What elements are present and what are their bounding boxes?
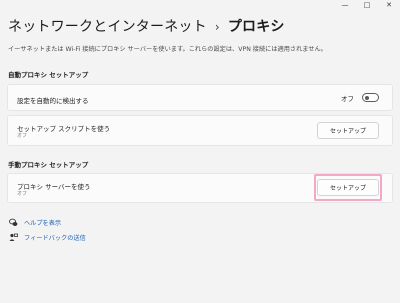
auto-detect-toggle[interactable] bbox=[362, 93, 379, 102]
feedback-link-text[interactable]: フィードバックの送信 bbox=[24, 233, 86, 242]
breadcrumb: ネットワークとインターネット › プロキシ bbox=[8, 16, 285, 36]
help-link-text[interactable]: ヘルプを表示 bbox=[24, 218, 61, 227]
auto-detect-label: 設定を自動的に検出する bbox=[17, 97, 89, 105]
auto-proxy-heading: 自動プロキシ セットアップ bbox=[8, 71, 89, 79]
auto-detect-card: 設定を自動的に検出する オフ bbox=[7, 84, 393, 111]
feedback-link[interactable]: フィードバックの送信 bbox=[9, 233, 86, 242]
auto-detect-state: オフ bbox=[341, 94, 354, 103]
help-icon bbox=[9, 218, 18, 227]
maximize-button[interactable]: □ bbox=[356, 0, 378, 10]
setup-script-button[interactable]: セットアップ bbox=[317, 122, 379, 139]
page-description: イーサネットまたは Wi-Fi 接続にプロキシ サーバーを使います。これらの設定… bbox=[8, 46, 327, 53]
setup-script-card: セットアップ スクリプトを使う オフ セットアップ bbox=[7, 115, 393, 146]
proxy-server-card: プロキシ サーバーを使う オフ セットアップ bbox=[7, 173, 393, 203]
help-link[interactable]: ヘルプを表示 bbox=[9, 218, 61, 227]
auto-detect-toggle-group: オフ bbox=[341, 85, 379, 110]
minimize-button[interactable]: — bbox=[334, 0, 356, 10]
page-title: プロキシ bbox=[227, 19, 285, 35]
window-controls: — □ ✕ bbox=[334, 0, 400, 10]
proxy-server-setup-button[interactable]: セットアップ bbox=[317, 179, 379, 196]
proxy-server-label: プロキシ サーバーを使う bbox=[17, 183, 91, 191]
close-button[interactable]: ✕ bbox=[378, 0, 400, 10]
setup-script-label: セットアップ スクリプトを使う bbox=[17, 125, 111, 133]
manual-proxy-heading: 手動プロキシ セットアップ bbox=[8, 161, 89, 169]
toggle-knob bbox=[365, 95, 369, 100]
breadcrumb-separator: › bbox=[214, 20, 220, 34]
proxy-server-state: オフ bbox=[17, 191, 28, 197]
setup-script-state: オフ bbox=[17, 133, 28, 139]
feedback-icon bbox=[9, 233, 18, 242]
breadcrumb-parent[interactable]: ネットワークとインターネット bbox=[8, 19, 207, 35]
